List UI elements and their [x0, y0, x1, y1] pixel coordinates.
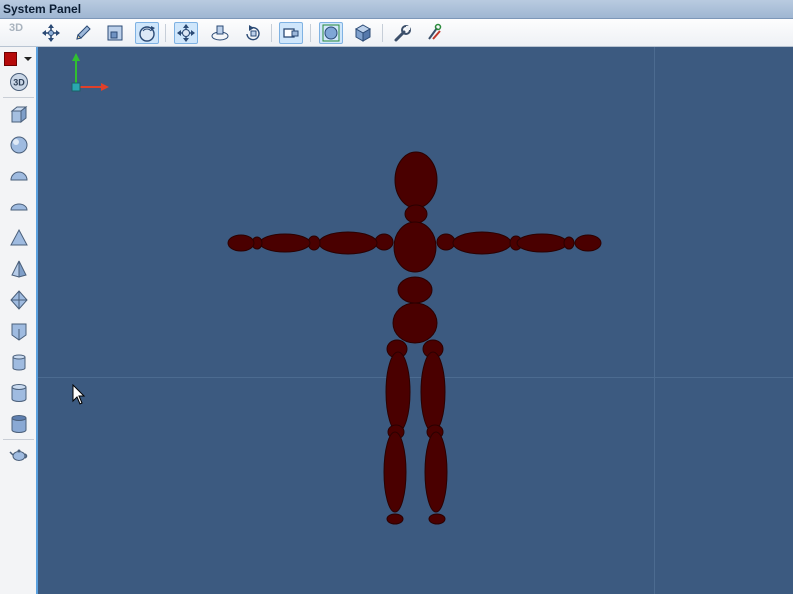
- cylinder-icon: [12, 354, 26, 371]
- 3d-mode-button[interactable]: 3D: [7, 71, 31, 93]
- rotate-object-button[interactable]: [241, 22, 265, 44]
- material-sphere-icon: [322, 24, 340, 42]
- mannequin-shoulder-right: [436, 233, 456, 251]
- shape-hemisphere-button[interactable]: [7, 165, 31, 187]
- mannequin-hand-right: [574, 234, 602, 252]
- cube-view-button[interactable]: [351, 22, 375, 44]
- sphere-icon: [10, 136, 28, 154]
- mannequin-hand-left: [227, 234, 255, 252]
- toolbar-separator: [3, 97, 34, 98]
- toolbar-separator: [310, 24, 311, 42]
- 3d-badge-icon: 3D: [10, 73, 28, 91]
- component-button[interactable]: [279, 22, 303, 44]
- mannequin-foot-right: [428, 513, 446, 525]
- top-toolbar: 3D: [0, 19, 793, 47]
- 3d-badge-label: 3D: [13, 78, 25, 88]
- shape-prism-button[interactable]: [7, 320, 31, 342]
- mode-label: 3D: [9, 22, 24, 34]
- mannequin-forearm-left: [259, 233, 311, 253]
- ellipsoid-icon: [10, 203, 28, 211]
- title-bar: System Panel: [0, 0, 793, 19]
- move-tool-button[interactable]: [39, 22, 63, 44]
- tube-icon: [11, 415, 27, 433]
- pencil-icon: [76, 25, 91, 40]
- shape-ellipsoid-button[interactable]: [7, 196, 31, 218]
- prism-icon: [11, 323, 27, 341]
- mannequin-forearm-right: [516, 233, 568, 253]
- shape-cone-button[interactable]: [7, 227, 31, 249]
- component-icon: [283, 28, 299, 38]
- shape-box-button[interactable]: [7, 103, 31, 125]
- octahedron-icon: [10, 290, 28, 310]
- orbit-icon: [211, 25, 229, 41]
- mannequin-neck: [404, 204, 428, 224]
- mannequin-abdomen: [397, 276, 433, 304]
- color-swatch[interactable]: [4, 52, 17, 66]
- toolbar-separator: [382, 24, 383, 42]
- cone-icon: [10, 228, 28, 246]
- wrench-icon: [394, 25, 411, 42]
- shape-tall-cylinder-button[interactable]: [7, 382, 31, 404]
- shape-pyramid-button[interactable]: [7, 258, 31, 280]
- mannequin-pelvis: [392, 302, 438, 344]
- pan-icon: [177, 24, 195, 42]
- shape-tube-button[interactable]: [7, 413, 31, 435]
- move-icon: [42, 24, 60, 42]
- tools-button[interactable]: [423, 22, 447, 44]
- mannequin-thigh-left: [385, 351, 411, 433]
- shape-teapot-button[interactable]: [7, 443, 31, 465]
- mannequin-foot-left: [386, 513, 404, 525]
- select-box-icon: [107, 25, 123, 41]
- tools-icon: [428, 23, 442, 40]
- box-icon: [10, 105, 28, 124]
- mannequin-upper-arm-right: [452, 231, 512, 255]
- toolbar-separator: [3, 439, 34, 440]
- window-title: System Panel: [3, 2, 82, 16]
- mannequin-figure: [227, 151, 602, 525]
- color-dropdown-arrow-icon[interactable]: [24, 57, 32, 61]
- shape-sphere-button[interactable]: [7, 134, 31, 156]
- mannequin-thigh-right: [420, 351, 446, 433]
- mannequin-chest: [393, 221, 437, 273]
- cube-icon: [354, 24, 372, 42]
- select-tool-button[interactable]: [103, 22, 127, 44]
- hemisphere-icon: [10, 171, 28, 181]
- toolbar-separator: [271, 24, 272, 42]
- shape-toolbar: 3D: [0, 47, 38, 594]
- mouse-cursor-icon: [72, 384, 86, 405]
- pan-view-button[interactable]: [174, 22, 198, 44]
- mannequin-shin-left: [383, 431, 407, 513]
- shape-octahedron-button[interactable]: [7, 289, 31, 311]
- material-button[interactable]: [319, 22, 343, 44]
- mannequin-upper-arm-left: [318, 231, 378, 255]
- mannequin-head: [394, 151, 438, 209]
- mannequin-shin-right: [424, 431, 448, 513]
- rotate-object-icon: [246, 25, 260, 41]
- rotate-view-button[interactable]: [135, 22, 159, 44]
- orbit-view-button[interactable]: [208, 22, 232, 44]
- toolbar-separator: [165, 24, 166, 42]
- shape-cylinder-button[interactable]: [7, 351, 31, 373]
- settings-button[interactable]: [391, 22, 415, 44]
- tall-cylinder-icon: [11, 384, 27, 402]
- mannequin-wrist-right: [563, 236, 575, 250]
- draw-tool-button[interactable]: [71, 22, 95, 44]
- rotate-view-icon: [139, 26, 155, 42]
- mannequin-shoulder-left: [374, 233, 394, 251]
- pyramid-icon: [11, 260, 27, 278]
- 3d-viewport[interactable]: [38, 47, 793, 594]
- teapot-icon: [9, 449, 28, 461]
